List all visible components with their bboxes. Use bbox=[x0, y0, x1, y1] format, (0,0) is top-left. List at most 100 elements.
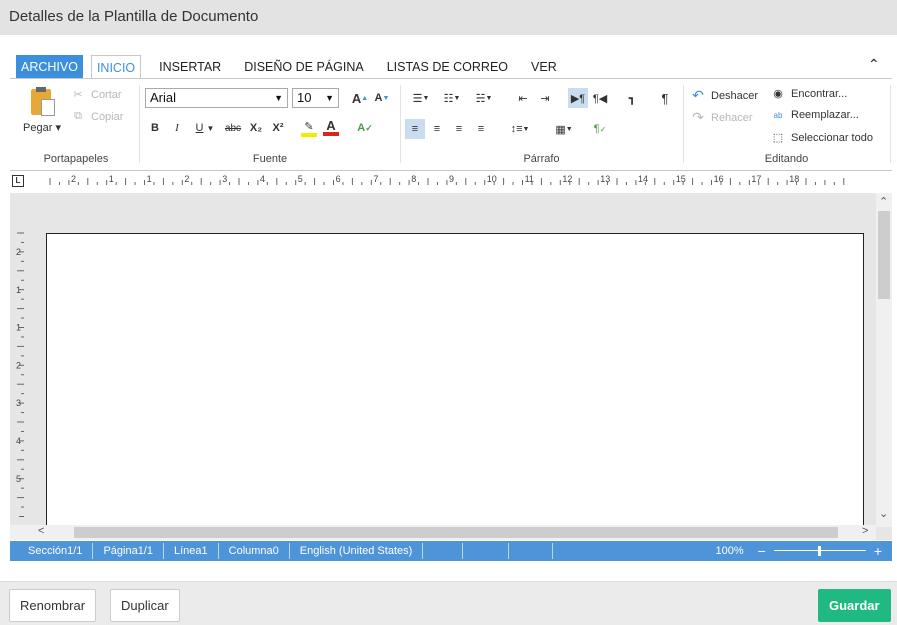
zoom-slider-handle[interactable] bbox=[817, 546, 821, 556]
ruler-label: 5 bbox=[16, 474, 21, 484]
vertical-ruler[interactable]: 2 1 1 2 3 4 5 bbox=[10, 193, 36, 527]
status-empty-2 bbox=[463, 543, 510, 559]
font-size-select[interactable]: 10 ▼ bbox=[292, 88, 339, 108]
ruler-label: 12 bbox=[562, 174, 572, 184]
tab-insertar[interactable]: INSERTAR bbox=[154, 55, 226, 79]
ruler-label: 18 bbox=[789, 174, 799, 184]
scroll-left-icon[interactable]: < bbox=[38, 525, 44, 537]
tab-diseno-pagina[interactable]: DISEÑO DE PÁGINA bbox=[239, 55, 368, 79]
tab-listas-correo[interactable]: LISTAS DE CORREO bbox=[382, 55, 513, 79]
clear-format-icon[interactable]: A ✓ bbox=[355, 118, 375, 138]
ruler-label: 1 bbox=[109, 174, 114, 184]
tab-inicio[interactable]: INICIO bbox=[90, 55, 142, 79]
replace-icon: ab bbox=[773, 110, 783, 120]
ruler-label: 16 bbox=[714, 174, 724, 184]
copy-label: Copiar bbox=[91, 110, 124, 123]
duplicate-button[interactable]: Duplicar bbox=[110, 589, 180, 622]
tab-ver[interactable]: VER bbox=[526, 55, 562, 79]
redo-button[interactable]: ↷ Rehacer bbox=[690, 109, 752, 126]
cut-label: Cortar bbox=[91, 88, 122, 101]
undo-label: Deshacer bbox=[711, 89, 759, 102]
document-page[interactable] bbox=[46, 233, 864, 533]
zoom-in-icon[interactable]: + bbox=[874, 543, 882, 559]
select-all-button[interactable]: ⬚ Seleccionar todo bbox=[770, 131, 873, 145]
ruler-label: 4 bbox=[260, 174, 265, 184]
replace-button[interactable]: ab Reemplazar... bbox=[770, 109, 859, 121]
page-break-icon[interactable]: ┓ bbox=[622, 88, 642, 108]
decrease-indent-icon[interactable]: ⇤ bbox=[513, 88, 533, 108]
paragraph-settings-icon[interactable]: ¶ ✓ bbox=[590, 119, 610, 139]
numbered-list-icon[interactable]: ☷ ▼ bbox=[438, 88, 466, 108]
tab-archivo[interactable]: ARCHIVO bbox=[16, 55, 83, 79]
ribbon-tabs: ARCHIVO INICIO INSERTAR DISEÑO DE PÁGINA… bbox=[16, 55, 575, 79]
undo-button[interactable]: ↶ Deshacer bbox=[690, 87, 758, 104]
select-all-label: Seleccionar todo bbox=[791, 131, 873, 144]
superscript-button[interactable]: X² bbox=[268, 118, 288, 138]
italic-button[interactable]: I bbox=[167, 118, 187, 138]
zoom-control: 100% − + bbox=[715, 541, 892, 561]
ruler-label: 9 bbox=[449, 174, 454, 184]
align-justify-icon[interactable]: ≡ bbox=[471, 119, 491, 139]
paste-label: Pegar bbox=[23, 122, 53, 134]
line-spacing-icon[interactable]: ↕≡ ▼ bbox=[506, 119, 534, 139]
ruler-label: 6 bbox=[336, 174, 341, 184]
bullet-list-icon[interactable]: ☰ ▼ bbox=[407, 88, 435, 108]
horizontal-scroll-thumb[interactable] bbox=[74, 527, 838, 538]
scroll-up-icon[interactable]: ⌃ bbox=[879, 195, 888, 208]
horizontal-scrollbar[interactable]: < > bbox=[10, 525, 876, 540]
footer-bar: Renombrar Duplicar Guardar bbox=[0, 581, 897, 625]
scroll-right-icon[interactable]: > bbox=[862, 525, 868, 537]
rtl-text-icon[interactable]: ¶◀ bbox=[590, 88, 610, 108]
grow-font-icon[interactable]: A ▲ bbox=[350, 88, 370, 108]
collapse-ribbon-icon[interactable]: ⌃ bbox=[868, 56, 880, 73]
status-section: Sección1/1 bbox=[10, 543, 94, 559]
ruler-label: 13 bbox=[600, 174, 610, 184]
cut-button[interactable]: ✂ Cortar bbox=[70, 88, 122, 102]
rename-button[interactable]: Renombrar bbox=[9, 589, 97, 622]
paste-button[interactable]: Pegar ▾ bbox=[20, 85, 64, 141]
underline-button[interactable]: U ▼ bbox=[190, 118, 220, 138]
ruler-label: 7 bbox=[373, 174, 378, 184]
ruler-label: 3 bbox=[222, 174, 227, 184]
zoom-out-icon[interactable]: − bbox=[758, 543, 766, 559]
paste-icon bbox=[29, 87, 55, 117]
show-formatting-icon[interactable]: ¶ bbox=[655, 88, 675, 108]
group-label-editing: Editando bbox=[764, 153, 809, 165]
vertical-scrollbar[interactable]: ⌃ ⌄ bbox=[876, 193, 892, 527]
zoom-slider[interactable] bbox=[773, 545, 866, 557]
copy-button[interactable]: ⧉ Copiar bbox=[70, 110, 123, 123]
vertical-scroll-thumb[interactable] bbox=[878, 211, 890, 299]
status-language[interactable]: English (United States) bbox=[290, 543, 424, 559]
ruler-label: 2 bbox=[71, 174, 76, 184]
redo-icon: ↷ bbox=[692, 109, 704, 125]
ruler-label: 5 bbox=[298, 174, 303, 184]
borders-icon[interactable]: ▦ ▼ bbox=[550, 119, 578, 139]
scroll-down-icon[interactable]: ⌄ bbox=[879, 507, 888, 520]
group-label-clipboard: Portapapeles bbox=[43, 153, 109, 165]
highlight-color-icon[interactable]: ✎ bbox=[299, 118, 319, 138]
zoom-level: 100% bbox=[715, 545, 744, 557]
font-size-value: 10 bbox=[297, 90, 312, 105]
binoculars-icon: ◉ bbox=[773, 88, 783, 100]
find-button[interactable]: ◉ Encontrar... bbox=[770, 87, 847, 101]
replace-label: Reemplazar... bbox=[791, 109, 859, 121]
increase-indent-icon[interactable]: ⇥ bbox=[535, 88, 555, 108]
align-left-icon[interactable]: ≡ bbox=[405, 119, 425, 139]
subscript-button[interactable]: X₂ bbox=[246, 118, 266, 138]
save-button[interactable]: Guardar bbox=[818, 589, 891, 622]
align-center-icon[interactable]: ≡ bbox=[427, 119, 447, 139]
shrink-font-icon[interactable]: A ▼ bbox=[372, 88, 392, 108]
align-right-icon[interactable]: ≡ bbox=[449, 119, 469, 139]
status-bar: Sección1/1 Página1/1 Línea1 Columna0 Eng… bbox=[10, 541, 892, 561]
horizontal-ruler[interactable]: L 2 1 1 2 3 4 5 6 7 8 9 10 11 12 13 14 15 16 17 18 bbox=[10, 171, 892, 193]
bold-button[interactable]: B bbox=[145, 118, 165, 138]
ltr-text-icon[interactable]: ▶¶ bbox=[568, 88, 588, 108]
strikethrough-button[interactable]: abc bbox=[222, 118, 244, 138]
font-family-select[interactable]: Arial ▼ bbox=[145, 88, 288, 108]
font-color-icon[interactable]: A bbox=[321, 118, 341, 138]
multilevel-list-icon[interactable]: ☵ ▼ bbox=[470, 88, 498, 108]
window-title: Detalles de la Plantilla de Documento bbox=[0, 0, 897, 35]
undo-icon: ↶ bbox=[692, 87, 704, 103]
underline-label: U bbox=[195, 122, 204, 134]
group-label-font: Fuente bbox=[252, 153, 288, 165]
